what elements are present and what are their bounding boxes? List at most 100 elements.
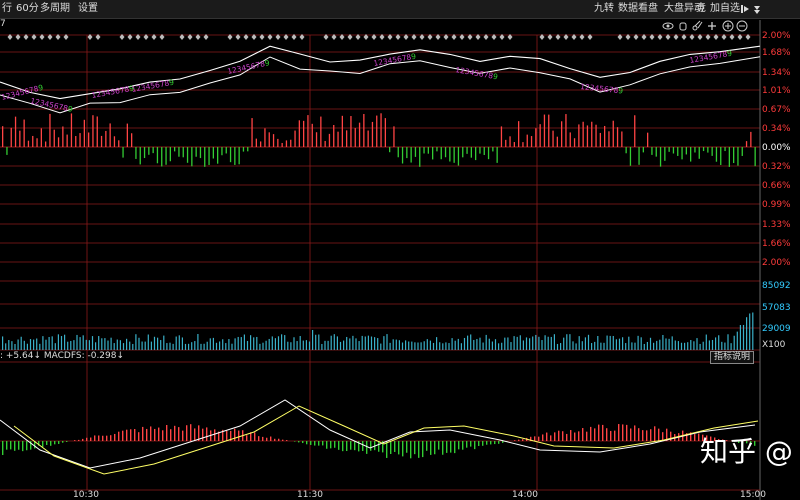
macd-bar-down <box>322 441 324 446</box>
volume-bar <box>299 336 301 350</box>
volume-bar <box>290 342 292 350</box>
macd-bar-up <box>538 436 540 441</box>
volume-bar <box>680 342 683 350</box>
volume-bar <box>355 338 357 350</box>
volume-bar <box>470 334 472 350</box>
volume-bar <box>209 338 211 350</box>
volume-bar <box>364 336 366 350</box>
volume-bar <box>178 335 180 350</box>
volume-bar <box>203 343 205 350</box>
volume-bar <box>600 342 602 350</box>
volume-bar <box>711 339 714 350</box>
macd-bar-up <box>278 438 280 441</box>
histogram-bar-up <box>328 133 331 147</box>
histogram-bar-up <box>505 139 507 147</box>
histogram-bar-up <box>79 133 81 147</box>
macd-bar-down <box>330 441 332 449</box>
histogram-bar-down <box>664 147 666 161</box>
histogram-bar-up <box>384 118 386 147</box>
histogram-bar-down <box>737 147 739 166</box>
histogram-bar-up <box>285 140 288 147</box>
histogram-bar-down <box>169 147 171 162</box>
volume-bar <box>228 339 230 350</box>
histogram-bar-down <box>685 147 687 155</box>
volume-bar <box>312 330 314 350</box>
volume-bar <box>380 343 382 350</box>
macd-bar-up <box>646 430 648 441</box>
volume-bar <box>668 338 670 350</box>
macd-bar-up <box>274 438 276 441</box>
price-axis-label: 0.67% <box>762 105 791 115</box>
volume-bar <box>454 340 456 350</box>
macd-bar-up <box>554 432 556 441</box>
macd-bar-up <box>110 435 112 441</box>
volume-bar <box>144 341 146 350</box>
volume-bar <box>730 343 732 350</box>
macd-panel <box>0 399 760 475</box>
histogram-bar-up <box>608 131 610 147</box>
volume-bar <box>408 341 410 350</box>
volume-bar <box>485 334 487 350</box>
macd-bar-up <box>82 438 84 441</box>
histogram-bar-down <box>479 147 481 154</box>
macd-bar-down <box>430 441 432 455</box>
histogram-bar-up <box>561 121 563 147</box>
volume-axis-label: 29009 <box>762 324 791 334</box>
volume-bar <box>550 336 552 350</box>
volume-bar <box>256 336 258 350</box>
macd-bar-up <box>90 437 92 441</box>
volume-bar <box>219 341 221 350</box>
volume-bar <box>57 334 59 350</box>
macd-bar-down <box>466 441 468 448</box>
time-axis-label: 11:30 <box>297 490 323 500</box>
volume-bar <box>417 342 419 350</box>
histogram-bar-up <box>346 130 348 147</box>
histogram-bar-up <box>518 121 520 147</box>
histogram-bar-down <box>178 147 180 157</box>
macd-bar-up <box>162 430 164 441</box>
volume-bar <box>405 340 407 350</box>
volume-bar <box>101 338 103 350</box>
price-axis-label: 0.00% <box>762 143 791 153</box>
macd-bar-up <box>626 424 628 441</box>
histogram-bar-down <box>462 147 464 158</box>
macd-bar-up <box>514 440 516 441</box>
histogram-bar-up <box>552 130 554 147</box>
volume-bar <box>414 342 416 350</box>
histogram-bar-up <box>556 136 558 147</box>
histogram-bar-down <box>677 147 679 156</box>
histogram-bar-up <box>36 138 38 147</box>
volume-bar <box>132 343 134 350</box>
histogram-bar-up <box>27 140 30 147</box>
macd-bar-up <box>574 432 576 441</box>
macd-bar-down <box>318 441 320 446</box>
histogram-bar-up <box>311 123 313 147</box>
macd-bar-up <box>594 428 596 441</box>
macd-bar-up <box>638 428 640 441</box>
volume-bar <box>39 343 41 350</box>
histogram-bar-up <box>109 123 111 147</box>
macd-bar-up <box>518 439 520 441</box>
histogram-bar-down <box>148 147 150 155</box>
volume-bar <box>33 339 35 350</box>
histogram-bar-up <box>363 113 365 147</box>
histogram-bar-down <box>707 147 709 153</box>
volume-bar <box>606 335 608 350</box>
macd-bar-down <box>462 441 464 450</box>
indicator-info-button[interactable]: 指标说明 <box>710 351 754 364</box>
volume-bar <box>662 334 664 350</box>
histogram-bar-down <box>487 147 490 160</box>
macd-bar-up <box>602 424 604 441</box>
volume-bar <box>150 341 152 350</box>
macd-bar-up <box>126 429 128 441</box>
macd-bar-down <box>394 441 396 452</box>
volume-bar <box>482 342 484 350</box>
histogram-bar-down <box>199 147 202 159</box>
macd-bar-down <box>294 441 296 442</box>
macd-bar-down <box>414 441 416 455</box>
macd-bar-down <box>474 441 476 450</box>
macd-bar-up <box>614 430 616 441</box>
volume-bar <box>135 334 137 350</box>
macd-bar-up <box>534 436 536 441</box>
nine-turn-end: 9 <box>168 78 174 88</box>
